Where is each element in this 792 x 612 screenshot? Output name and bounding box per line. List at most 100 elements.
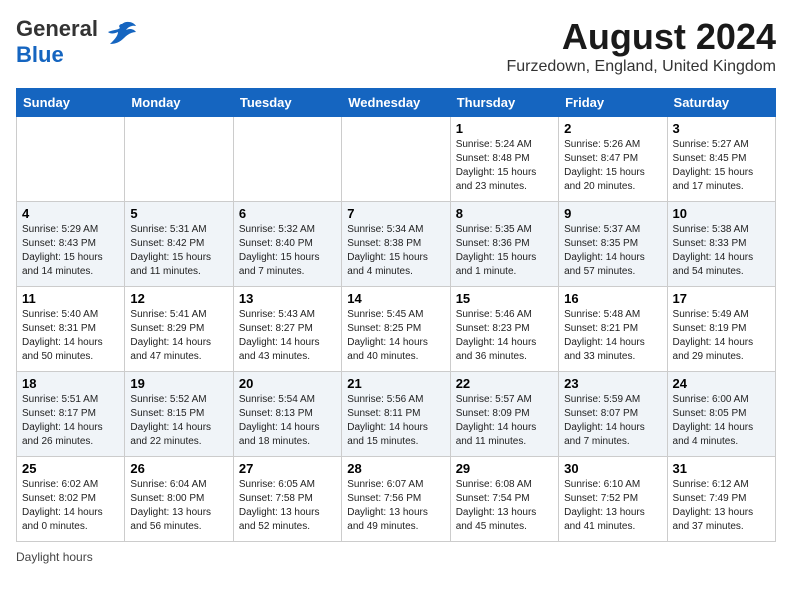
calendar-cell: 22Sunrise: 5:57 AM Sunset: 8:09 PM Dayli… [450,372,558,457]
day-info: Sunrise: 5:49 AM Sunset: 8:19 PM Dayligh… [673,308,770,364]
main-title: August 2024 [507,16,777,58]
day-info: Sunrise: 5:40 AM Sunset: 8:31 PM Dayligh… [22,308,119,364]
day-info: Sunrise: 5:59 AM Sunset: 8:07 PM Dayligh… [564,393,661,449]
calendar-cell: 1 Sunrise: 5:24 AM Sunset: 8:48 PM Daylig… [450,117,558,202]
day-info: Sunrise: 6:08 AM Sunset: 7:54 PM Dayligh… [456,478,553,534]
day-number: 17 [673,291,770,306]
logo-bird-icon [104,16,140,60]
week-row-2: 4 Sunrise: 5:29 AM Sunset: 8:43 PM Daylig… [17,202,776,287]
calendar-cell: 2 Sunrise: 5:26 AM Sunset: 8:47 PM Daylig… [559,117,667,202]
day-number: 27 [239,461,336,476]
day-number: 21 [347,376,444,391]
col-header-sunday: Sunday [17,89,125,117]
day-number: 4 [22,206,119,221]
day-number: 5 [130,206,227,221]
week-row-1: 1 Sunrise: 5:24 AM Sunset: 8:48 PM Daylig… [17,117,776,202]
day-info: Sunrise: 5:31 AM Sunset: 8:42 PM Dayligh… [130,223,227,279]
day-number: 24 [673,376,770,391]
day-number: 9 [564,206,661,221]
day-number: 8 [456,206,553,221]
calendar-cell: 14 Sunrise: 5:45 AM Sunset: 8:25 PM Dayli… [342,287,450,372]
calendar-header: SundayMondayTuesdayWednesdayThursdayFrid… [17,89,776,117]
day-number: 16 [564,291,661,306]
calendar-table: SundayMondayTuesdayWednesdayThursdayFrid… [16,88,776,542]
day-number: 30 [564,461,661,476]
calendar-cell: 25 Sunrise: 6:02 AM Sunset: 8:02 PM Dayli… [17,457,125,542]
day-info: Sunrise: 5:35 AM Sunset: 8:36 PM Dayligh… [456,223,553,279]
day-number: 18 [22,376,119,391]
col-header-monday: Monday [125,89,233,117]
day-number: 11 [22,291,119,306]
day-info: Sunrise: 5:32 AM Sunset: 8:40 PM Dayligh… [239,223,336,279]
day-info: Sunrise: 5:41 AM Sunset: 8:29 PM Dayligh… [130,308,227,364]
day-info: Sunrise: 5:52 AM Sunset: 8:15 PM Dayligh… [130,393,227,449]
day-number: 10 [673,206,770,221]
day-number: 29 [456,461,553,476]
day-number: 28 [347,461,444,476]
calendar-cell [233,117,341,202]
col-header-tuesday: Tuesday [233,89,341,117]
calendar-cell: 5 Sunrise: 5:31 AM Sunset: 8:42 PM Daylig… [125,202,233,287]
calendar-cell: 30 Sunrise: 6:10 AM Sunset: 7:52 PM Dayli… [559,457,667,542]
subtitle: Furzedown, England, United Kingdom [507,58,777,76]
header-row: SundayMondayTuesdayWednesdayThursdayFrid… [17,89,776,117]
day-number: 19 [130,376,227,391]
day-info: Sunrise: 5:56 AM Sunset: 8:11 PM Dayligh… [347,393,444,449]
calendar-cell: 4 Sunrise: 5:29 AM Sunset: 8:43 PM Daylig… [17,202,125,287]
day-number: 1 [456,121,553,136]
logo-blue: Blue [16,42,64,67]
col-header-friday: Friday [559,89,667,117]
day-info: Sunrise: 5:34 AM Sunset: 8:38 PM Dayligh… [347,223,444,279]
calendar-cell: 21 Sunrise: 5:56 AM Sunset: 8:11 PM Dayli… [342,372,450,457]
calendar-cell: 20 Sunrise: 5:54 AM Sunset: 8:13 PM Dayli… [233,372,341,457]
calendar-cell: 17 Sunrise: 5:49 AM Sunset: 8:19 PM Dayli… [667,287,775,372]
day-number: 14 [347,291,444,306]
day-number: 23 [564,376,661,391]
day-info: Sunrise: 5:37 AM Sunset: 8:35 PM Dayligh… [564,223,661,279]
day-number: 6 [239,206,336,221]
calendar-cell: 31Sunrise: 6:12 AM Sunset: 7:49 PM Dayli… [667,457,775,542]
day-info: Sunrise: 5:38 AM Sunset: 8:33 PM Dayligh… [673,223,770,279]
day-number: 26 [130,461,227,476]
calendar-cell [17,117,125,202]
day-info: Sunrise: 6:02 AM Sunset: 8:02 PM Dayligh… [22,478,119,534]
calendar-cell: 24Sunrise: 6:00 AM Sunset: 8:05 PM Dayli… [667,372,775,457]
calendar-body: 1 Sunrise: 5:24 AM Sunset: 8:48 PM Daylig… [17,117,776,542]
calendar-cell: 27 Sunrise: 6:05 AM Sunset: 7:58 PM Dayli… [233,457,341,542]
day-info: Sunrise: 5:54 AM Sunset: 8:13 PM Dayligh… [239,393,336,449]
calendar-cell [342,117,450,202]
calendar-cell: 7 Sunrise: 5:34 AM Sunset: 8:38 PM Daylig… [342,202,450,287]
day-number: 2 [564,121,661,136]
day-number: 25 [22,461,119,476]
day-info: Sunrise: 6:07 AM Sunset: 7:56 PM Dayligh… [347,478,444,534]
calendar-cell: 29 Sunrise: 6:08 AM Sunset: 7:54 PM Dayli… [450,457,558,542]
day-number: 12 [130,291,227,306]
day-number: 7 [347,206,444,221]
calendar-cell: 12 Sunrise: 5:41 AM Sunset: 8:29 PM Dayli… [125,287,233,372]
week-row-4: 18Sunrise: 5:51 AM Sunset: 8:17 PM Dayli… [17,372,776,457]
day-info: Sunrise: 6:10 AM Sunset: 7:52 PM Dayligh… [564,478,661,534]
calendar-cell: 18Sunrise: 5:51 AM Sunset: 8:17 PM Dayli… [17,372,125,457]
day-info: Sunrise: 6:05 AM Sunset: 7:58 PM Dayligh… [239,478,336,534]
day-info: Sunrise: 5:46 AM Sunset: 8:23 PM Dayligh… [456,308,553,364]
day-number: 3 [673,121,770,136]
day-info: Sunrise: 5:45 AM Sunset: 8:25 PM Dayligh… [347,308,444,364]
day-number: 31 [673,461,770,476]
calendar-cell: 26Sunrise: 6:04 AM Sunset: 8:00 PM Dayli… [125,457,233,542]
day-info: Sunrise: 5:26 AM Sunset: 8:47 PM Dayligh… [564,138,661,194]
day-number: 20 [239,376,336,391]
logo: General Blue [16,16,140,68]
calendar-cell: 8 Sunrise: 5:35 AM Sunset: 8:36 PM Daylig… [450,202,558,287]
col-header-thursday: Thursday [450,89,558,117]
day-info: Sunrise: 5:57 AM Sunset: 8:09 PM Dayligh… [456,393,553,449]
title-block: August 2024 Furzedown, England, United K… [507,16,777,76]
calendar-cell: 11 Sunrise: 5:40 AM Sunset: 8:31 PM Dayli… [17,287,125,372]
day-info: Sunrise: 5:24 AM Sunset: 8:48 PM Dayligh… [456,138,553,194]
calendar-cell: 16Sunrise: 5:48 AM Sunset: 8:21 PM Dayli… [559,287,667,372]
footer-note: Daylight hours [16,550,776,564]
calendar-cell: 10 Sunrise: 5:38 AM Sunset: 8:33 PM Dayli… [667,202,775,287]
week-row-3: 11 Sunrise: 5:40 AM Sunset: 8:31 PM Dayli… [17,287,776,372]
calendar-cell: 9 Sunrise: 5:37 AM Sunset: 8:35 PM Daylig… [559,202,667,287]
calendar-cell [125,117,233,202]
day-info: Sunrise: 5:29 AM Sunset: 8:43 PM Dayligh… [22,223,119,279]
